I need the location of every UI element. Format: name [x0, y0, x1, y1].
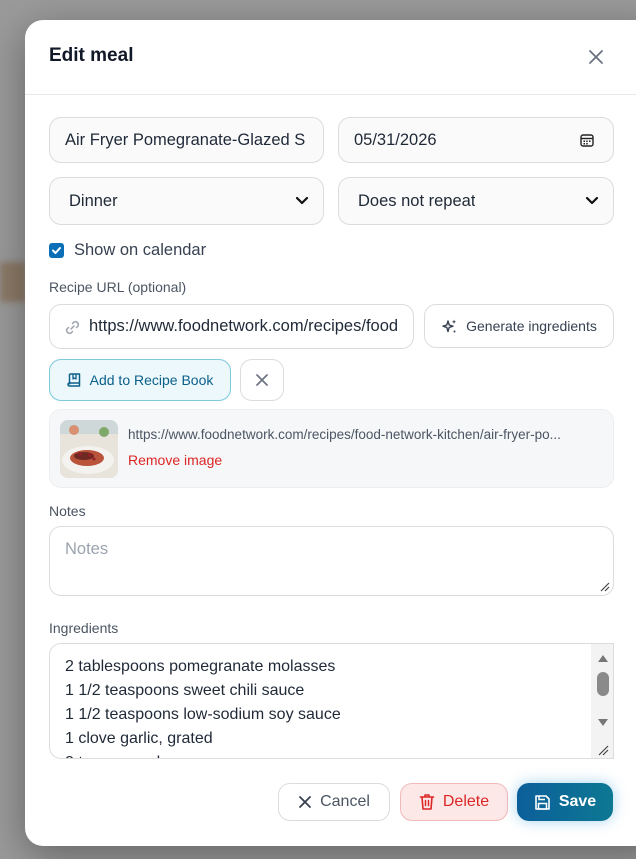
modal-header: Edit meal [25, 20, 636, 95]
remove-image-link[interactable]: Remove image [128, 452, 222, 468]
cancel-button[interactable]: Cancel [278, 783, 390, 821]
background-thumbnail [0, 262, 26, 302]
ingredient-line: 1 1/2 teaspoons low-sodium soy sauce [65, 706, 341, 723]
clear-recipe-url-button[interactable] [240, 359, 284, 401]
save-label: Save [558, 793, 597, 810]
trash-icon [419, 794, 435, 810]
checkmark-icon [52, 247, 61, 254]
recipe-thumbnail [60, 420, 118, 478]
repeat-value: Does not repeat [358, 191, 476, 210]
delete-label: Delete [442, 793, 490, 810]
ingredients-scrollbar[interactable] [591, 644, 613, 758]
close-icon [299, 796, 311, 808]
save-button[interactable]: Save [517, 783, 613, 821]
generate-ingredients-button[interactable]: Generate ingredients [424, 304, 614, 348]
meal-title-value: Air Fryer Pomegranate-Glazed S [65, 130, 306, 149]
meal-type-select[interactable]: Dinner [49, 177, 324, 225]
ingredient-line: 2 tablespoons pomegranate molasses [65, 658, 336, 675]
notes-textarea[interactable]: Notes [49, 526, 614, 596]
scrollbar-thumb[interactable] [597, 672, 609, 696]
recipe-image-card: https://www.foodnetwork.com/recipes/food… [49, 409, 614, 488]
recipe-url-input[interactable]: https://www.foodnetwork.com/recipes/food [49, 304, 414, 349]
resize-handle-icon[interactable] [595, 742, 609, 756]
close-icon[interactable] [585, 46, 607, 68]
ingredient-line: 1 1/2 teaspoons sweet chili sauce [65, 682, 305, 699]
repeat-select[interactable]: Does not repeat [338, 177, 614, 225]
recipe-url-label: Recipe URL (optional) [49, 279, 187, 295]
add-to-recipe-book-button[interactable]: Add to Recipe Book [49, 359, 231, 401]
show-on-calendar-label[interactable]: Show on calendar [74, 241, 206, 260]
ingredients-list: 2 tablespoons pomegranate molasses 1 1/2… [65, 655, 341, 758]
ingredients-textarea[interactable]: 2 tablespoons pomegranate molasses 1 1/2… [49, 643, 614, 759]
scroll-up-icon[interactable] [597, 654, 609, 663]
show-on-calendar-checkbox[interactable] [49, 243, 64, 258]
resize-handle-icon[interactable] [598, 580, 610, 592]
date-value: 05/31/2026 [354, 130, 437, 149]
cancel-label: Cancel [320, 793, 370, 810]
link-icon [65, 320, 80, 335]
generate-ingredients-label: Generate ingredients [466, 318, 597, 334]
meal-type-value: Dinner [69, 191, 118, 210]
date-input[interactable]: 05/31/2026 [338, 117, 614, 163]
edit-meal-modal: Edit meal Air Fryer Pomegranate-Glazed S… [25, 20, 636, 846]
ingredient-line: 2 teaspoons honey [65, 751, 341, 758]
calendar-icon[interactable] [579, 132, 595, 148]
notes-label: Notes [49, 503, 86, 519]
recipe-image-url: https://www.foodnetwork.com/recipes/food… [128, 427, 561, 442]
delete-button[interactable]: Delete [400, 783, 508, 821]
ingredients-label: Ingredients [49, 620, 119, 636]
meal-title-input[interactable]: Air Fryer Pomegranate-Glazed S [49, 117, 324, 163]
sparkles-icon [442, 319, 457, 332]
notes-placeholder: Notes [65, 540, 109, 558]
modal-title: Edit meal [49, 45, 134, 66]
chevron-down-icon [295, 196, 309, 205]
ingredient-line: 1 clove garlic, grated [65, 730, 213, 747]
recipe-url-value: https://www.foodnetwork.com/recipes/food [89, 317, 399, 335]
save-icon [535, 794, 550, 810]
add-to-recipe-book-label: Add to Recipe Book [89, 372, 214, 388]
book-icon [66, 373, 80, 387]
food-image [60, 420, 118, 478]
chevron-down-icon [585, 196, 599, 205]
scroll-down-icon[interactable] [597, 718, 609, 727]
close-icon [256, 374, 268, 386]
